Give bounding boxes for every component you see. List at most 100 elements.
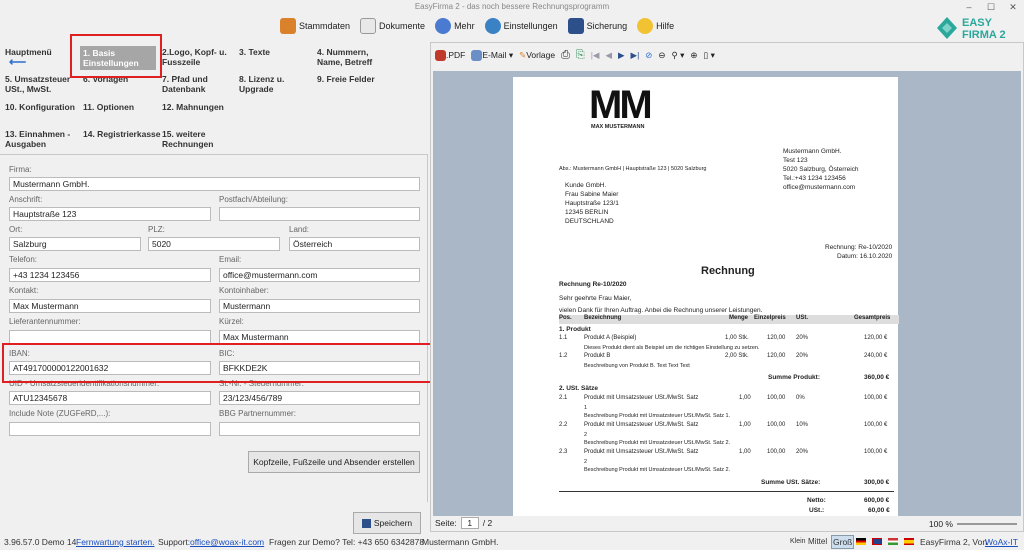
- zoom-level: 100 %: [928, 519, 953, 529]
- recipient-block: Kunde GmbH. Frau Sabine Maier Hauptstraß…: [565, 182, 619, 225]
- page-input[interactable]: 1: [460, 517, 479, 529]
- nav-register[interactable]: 14. Registrierkasse: [83, 129, 161, 139]
- print-icon[interactable]: ⎙: [561, 49, 570, 62]
- table-row: 2.1 Produkt mit Umsatzsteuer USt./MwSt. S…: [559, 395, 888, 401]
- ort-field[interactable]: Salzburg: [9, 237, 141, 251]
- fernwartung-link[interactable]: Fernwartung starten.: [76, 534, 154, 550]
- size-gross[interactable]: Groß: [831, 535, 855, 549]
- plz-field[interactable]: 5020: [148, 237, 280, 251]
- gear-icon: [484, 18, 501, 34]
- zugferd-note-field[interactable]: [9, 422, 211, 436]
- woax-link[interactable]: WoAx-IT: [985, 534, 1018, 550]
- last-page-icon[interactable]: ▶|: [631, 50, 640, 61]
- email-icon: [471, 50, 483, 62]
- flag-hu-icon[interactable]: [888, 538, 898, 545]
- nav-texte[interactable]: 3. Texte: [239, 47, 270, 57]
- postfach-field[interactable]: [219, 207, 420, 221]
- nav-weitere[interactable]: 15. weitere Rechnungen: [162, 129, 222, 149]
- annotation-highlight-bank: [2, 343, 440, 383]
- save-disk-icon: [567, 18, 584, 34]
- email-field[interactable]: office@mustermann.com: [219, 268, 420, 282]
- help-bulb-icon: [637, 18, 654, 34]
- invoice-page: MM MAX MUSTERMANN Abs.: Mustermann GmbH …: [513, 77, 899, 516]
- navigate-icon[interactable]: ⊘: [645, 50, 652, 61]
- telefon-field[interactable]: +43 1234 123456: [9, 268, 211, 282]
- save-disk-icon: [361, 519, 371, 529]
- documents-icon: [360, 18, 377, 34]
- support-email-link[interactable]: office@woax-it.com: [190, 534, 264, 550]
- flag-de-icon[interactable]: [856, 538, 866, 545]
- nav-mahnungen[interactable]: 12. Mahnungen: [162, 102, 224, 112]
- firma-field[interactable]: Mustermann GmbH.: [9, 177, 420, 191]
- lieferant-field[interactable]: [9, 330, 211, 344]
- table-row: 1.2 Produkt B 2,00 Stk. 120,00 20% 240,00 €: [559, 353, 888, 359]
- invoice-preview: .PDF E-Mail ▾ ✎Vorlage ⎙ ⎘ |◀ ◀ ▶ ▶| ⊘ ⊖…: [430, 42, 1024, 532]
- zoom-icon[interactable]: ⚲ ▾: [672, 50, 685, 61]
- flag-uk-icon[interactable]: [872, 538, 882, 545]
- people-icon: [435, 18, 452, 34]
- minimize-icon[interactable]: –: [958, 0, 980, 14]
- pdf-export-button[interactable]: .PDF: [435, 50, 465, 62]
- save-button[interactable]: Speichern: [353, 512, 421, 534]
- size-mittel[interactable]: Mittel: [808, 534, 827, 550]
- menu-stammdaten[interactable]: Stammdaten: [280, 18, 350, 34]
- menu-dokumente[interactable]: Dokumente: [360, 18, 425, 34]
- nav-freie[interactable]: 9. Freie Felder: [317, 74, 375, 84]
- company-logo: MM: [589, 83, 653, 127]
- nav-konfig[interactable]: 10. Konfiguration: [5, 102, 75, 112]
- nav-hauptmenu[interactable]: Hauptmenü ⟵: [5, 47, 52, 69]
- vorlage-button[interactable]: ✎Vorlage: [519, 50, 555, 61]
- preview-toolbar: .PDF E-Mail ▾ ✎Vorlage ⎙ ⎘ |◀ ◀ ▶ ▶| ⊘ ⊖…: [435, 49, 715, 62]
- top-menu: Stammdaten Dokumente Mehr Einstellungen …: [280, 18, 674, 34]
- size-klein[interactable]: Klein: [790, 534, 806, 550]
- nav-ust[interactable]: 5. Umsatzsteuer USt., MwSt.: [5, 74, 77, 94]
- kontoinhaber-field[interactable]: Mustermann: [219, 299, 420, 313]
- kontakt-field[interactable]: Max Mustermann: [9, 299, 211, 313]
- steuernummer-field[interactable]: 23/123/456/789: [219, 391, 420, 405]
- company-block: Mustermann GmbH. Test 123 5020 Salzburg,…: [783, 148, 859, 191]
- table-row: 2.3 Produkt mit Umsatzsteuer USt./MwSt. S…: [559, 449, 888, 455]
- logo-diamond-icon: [937, 17, 957, 39]
- menu-einstellungen[interactable]: Einstellungen: [484, 18, 558, 34]
- next-page-icon[interactable]: ▶: [618, 50, 625, 61]
- annotation-highlight-basis: [70, 34, 162, 78]
- window-title: EasyFirma 2 - das noch bessere Rechnungs…: [0, 0, 1024, 14]
- first-page-icon[interactable]: |◀: [591, 50, 600, 61]
- kopfzeile-button[interactable]: Kopfzeile, Fußzeile und Absender erstell…: [248, 451, 420, 473]
- zoom-out-icon[interactable]: ⊖: [658, 50, 665, 61]
- table-row: 2.2 Produkt mit Umsatzsteuer USt./MwSt. S…: [559, 422, 888, 428]
- maximize-icon[interactable]: ☐: [980, 0, 1002, 14]
- uid-field[interactable]: ATU12345678: [9, 391, 211, 405]
- nav-logo[interactable]: 2.Logo, Kopf- u. Fusszeile: [162, 47, 234, 67]
- nav-lizenz[interactable]: 8. Lizenz u. Upgrade: [239, 74, 299, 94]
- page-setup-icon[interactable]: ▯ ▾: [704, 50, 715, 61]
- kuerzel-field[interactable]: Max Mustermann: [219, 330, 420, 344]
- pdf-icon: [435, 50, 446, 62]
- nav-optionen[interactable]: 11. Optionen: [83, 102, 134, 112]
- email-button[interactable]: E-Mail ▾: [471, 50, 513, 62]
- land-field[interactable]: Österreich: [289, 237, 420, 251]
- flag-es-icon[interactable]: [904, 538, 914, 545]
- zoom-in-icon[interactable]: ⊕: [690, 50, 697, 61]
- anschrift-field[interactable]: Hauptstraße 123: [9, 207, 211, 221]
- window-controls: – ☐ ✕: [958, 0, 1024, 14]
- cart-icon: [280, 18, 296, 34]
- bbg-field[interactable]: [219, 422, 420, 436]
- document-canvas: MM MAX MUSTERMANN Abs.: Mustermann GmbH …: [433, 71, 1021, 516]
- nav-einnahmen[interactable]: 13. Einnahmen - Ausgaben: [5, 129, 77, 149]
- prev-page-icon[interactable]: ◀: [605, 50, 612, 61]
- settings-form: Firma: Mustermann GmbH. Anschrift: Haupt…: [0, 154, 428, 534]
- invoice-heading: Rechnung: [701, 265, 755, 277]
- zoom-slider[interactable]: [957, 523, 1017, 525]
- nav-pfad[interactable]: 7. Pfad und Datenbank: [162, 74, 222, 94]
- table-row: 1.1 Produkt A (Beispiel) 1,00 Stk. 120,00 20…: [559, 335, 888, 341]
- menu-mehr[interactable]: Mehr: [435, 18, 475, 34]
- close-icon[interactable]: ✕: [1002, 0, 1024, 14]
- page-navigation: Seite: 1 / 2: [435, 517, 493, 529]
- status-bar: 3.96.57.0 Demo 14 Fernwartung starten. S…: [0, 534, 1024, 550]
- print-setup-icon[interactable]: ⎘: [576, 49, 585, 62]
- back-arrow-icon: ⟵: [9, 55, 27, 69]
- menu-hilfe[interactable]: Hilfe: [637, 18, 674, 34]
- nav-nummern[interactable]: 4. Nummern, Name, Betreff: [317, 47, 387, 67]
- menu-sicherung[interactable]: Sicherung: [567, 18, 627, 34]
